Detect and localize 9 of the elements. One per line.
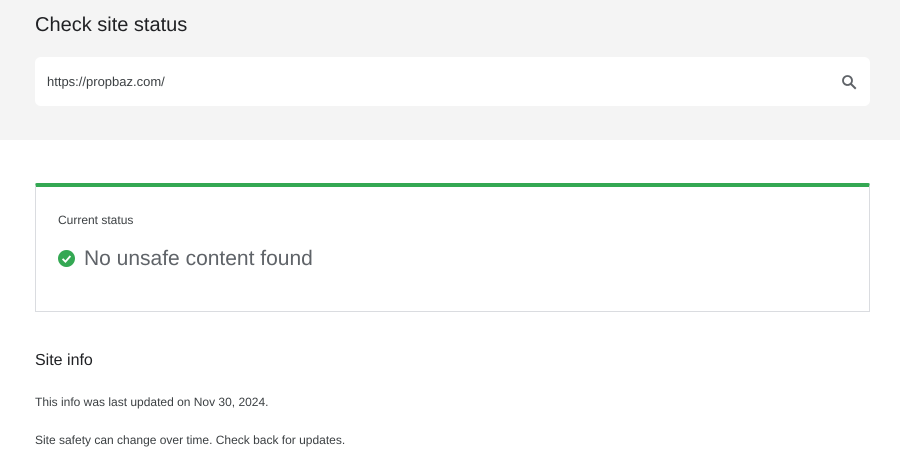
info-text: This info was last updated on Nov 30, 2024. bbox=[35, 394, 270, 411]
page-title: Check site status bbox=[35, 13, 188, 38]
search-field[interactable]: https://propbaz.com/ bbox=[35, 57, 870, 106]
status-label: Current status bbox=[58, 212, 134, 229]
section-title: Site info bbox=[35, 351, 94, 371]
info-text: Site safety can change over time. Check back for updates. bbox=[35, 432, 346, 449]
search-icon[interactable] bbox=[840, 72, 858, 90]
url-input[interactable]: https://propbaz.com/ bbox=[47, 72, 840, 92]
status-message: No unsafe content found bbox=[84, 246, 313, 272]
